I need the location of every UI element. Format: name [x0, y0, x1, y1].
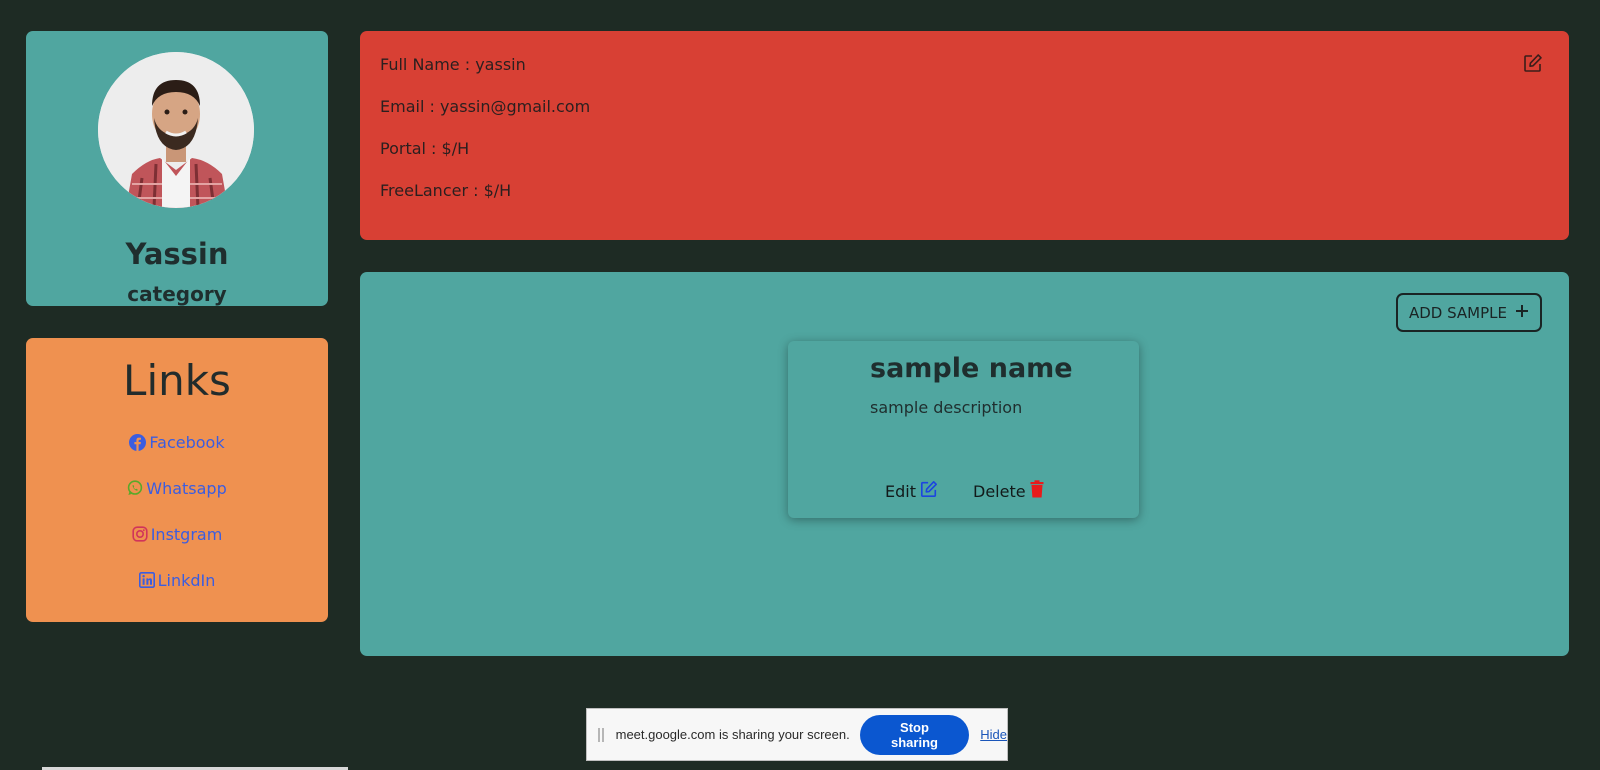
delete-label: Delete: [973, 481, 1026, 501]
delete-sample-button[interactable]: Delete: [973, 480, 1044, 502]
avatar: [98, 52, 254, 208]
link-instagram[interactable]: Instgram: [26, 522, 328, 546]
samples-panel: ADD SAMPLE sample name sample descriptio…: [360, 272, 1569, 656]
edit-sample-button[interactable]: Edit: [885, 480, 938, 502]
linkedin-icon: [138, 572, 155, 588]
drag-handle-icon[interactable]: [598, 727, 606, 742]
info-portal: Portal : $/H: [380, 139, 470, 158]
sample-name: sample name: [870, 353, 1073, 384]
profile-card: Yassin category: [26, 31, 328, 306]
link-label: LinkdIn: [157, 570, 216, 590]
page: Yassin category Links Facebook Whatsapp …: [0, 0, 1600, 770]
screen-share-bar: meet.google.com is sharing your screen. …: [586, 708, 1008, 761]
info-full-name: Full Name : yassin: [380, 55, 526, 74]
instagram-icon: [132, 526, 148, 542]
sample-card: sample name sample description Edit Dele…: [788, 341, 1139, 518]
profile-name: Yassin: [125, 237, 229, 271]
info-freelancer: FreeLancer : $/H: [380, 181, 512, 200]
link-facebook[interactable]: Facebook: [26, 430, 328, 454]
link-label: Whatsapp: [146, 478, 227, 498]
links-title: Links: [123, 356, 231, 405]
edit-label: Edit: [885, 481, 916, 501]
hide-link[interactable]: Hide: [980, 727, 1007, 742]
edit-icon[interactable]: [1523, 53, 1545, 75]
link-label: Facebook: [149, 432, 225, 452]
trash-icon: [1030, 480, 1044, 502]
add-sample-label: ADD SAMPLE: [1408, 303, 1507, 322]
stop-sharing-button[interactable]: Stop sharing: [859, 714, 970, 755]
info-email: Email : yassin@gmail.com: [380, 97, 591, 116]
share-message: meet.google.com is sharing your screen.: [615, 727, 850, 742]
sample-description: sample description: [870, 398, 1023, 417]
edit-icon: [920, 480, 938, 502]
whatsapp-icon: [127, 480, 143, 496]
add-sample-button[interactable]: ADD SAMPLE: [1396, 293, 1542, 332]
links-card: Links Facebook Whatsapp Instgram LinkdIn: [26, 338, 328, 622]
profile-category: category: [127, 282, 227, 306]
plus-icon: [1515, 304, 1529, 322]
link-whatsapp[interactable]: Whatsapp: [26, 476, 328, 500]
link-linkedin[interactable]: LinkdIn: [26, 568, 328, 592]
link-label: Instgram: [150, 524, 223, 544]
info-panel: Full Name : yassin Email : yassin@gmail.…: [360, 31, 1569, 240]
facebook-icon: [129, 433, 147, 451]
